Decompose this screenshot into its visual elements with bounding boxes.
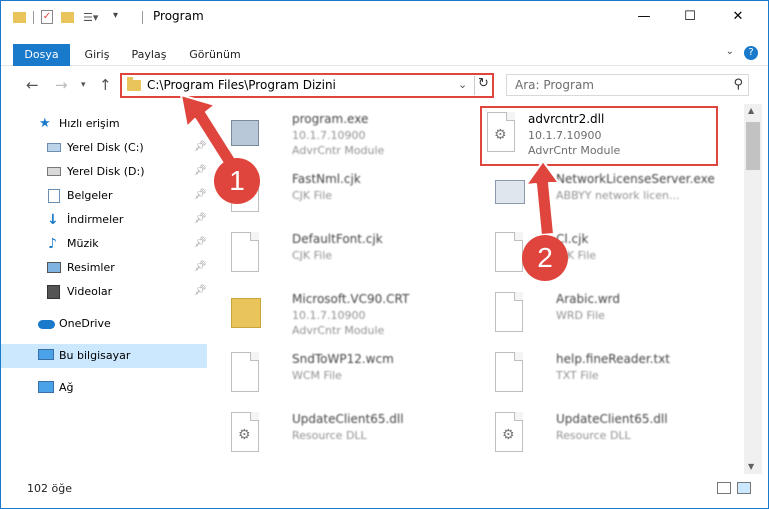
annotation-arrows xyxy=(180,94,560,236)
callout-badge-one: 1 xyxy=(214,158,260,204)
explorer-window: ✓ ☰▾ ▾ Program — ☐ ✕ Dosya Giriş Paylaş … xyxy=(0,0,769,509)
arrow-two xyxy=(525,160,560,236)
arrow-one xyxy=(180,94,238,169)
callout-badge-two: 2 xyxy=(522,235,568,281)
